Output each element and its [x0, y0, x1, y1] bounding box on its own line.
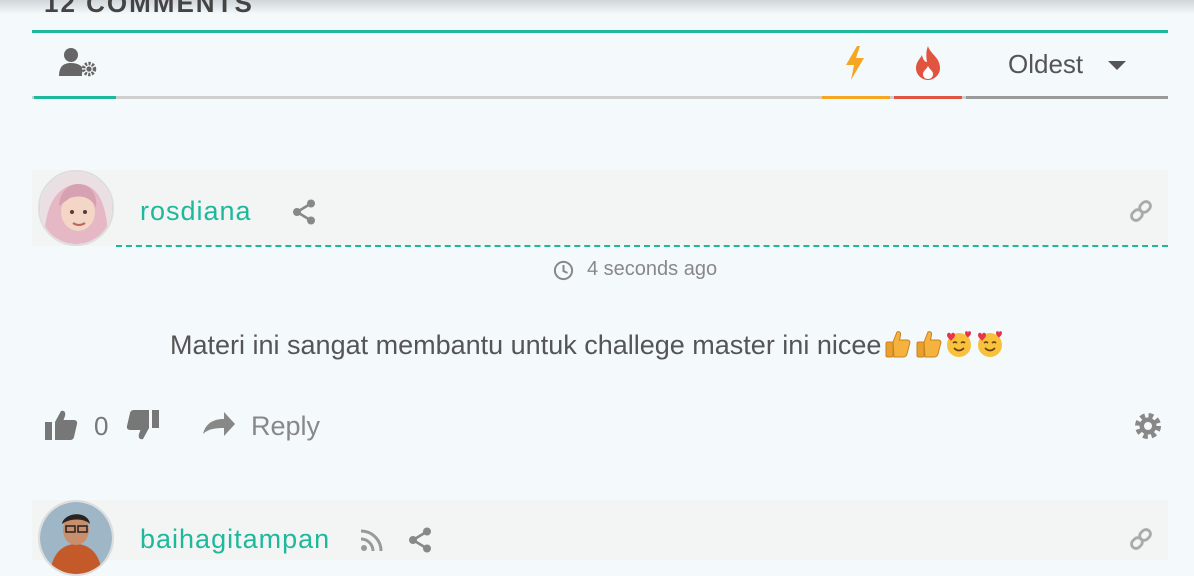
fire-icon	[916, 46, 940, 80]
thumbs-up-icon[interactable]	[44, 409, 78, 441]
share-icon[interactable]	[408, 527, 432, 553]
tab-trending[interactable]	[822, 30, 890, 99]
vote-count: 0	[94, 411, 109, 441]
smiling-face-with-hearts-emoji-icon	[978, 331, 1003, 357]
comment-header-divider	[116, 245, 1168, 247]
gear-icon[interactable]	[1133, 411, 1163, 441]
caret-down-icon	[1108, 61, 1126, 70]
user-gear-icon	[59, 48, 97, 77]
avatar[interactable]	[38, 170, 114, 246]
reply-button[interactable]: Reply	[251, 411, 320, 442]
tab-my-comments[interactable]	[34, 30, 116, 99]
avatar[interactable]	[38, 500, 114, 576]
comment-author[interactable]: baihagitampan	[140, 524, 330, 555]
smiling-face-with-hearts-emoji-icon	[947, 331, 972, 357]
bolt-icon	[846, 46, 864, 80]
comment-time: 4 seconds ago	[587, 258, 718, 280]
comment-body: Materi ini sangat membantu untuk challeg…	[170, 329, 1005, 361]
link-icon[interactable]	[1129, 199, 1153, 223]
tab-popular[interactable]	[894, 30, 962, 99]
thumbs-down-icon[interactable]	[126, 409, 160, 441]
sort-dropdown[interactable]: Oldest	[966, 30, 1168, 99]
share-icon[interactable]	[292, 199, 316, 225]
comment-text: Materi ini sangat membantu untuk challeg…	[170, 330, 882, 360]
link-icon[interactable]	[1129, 527, 1153, 551]
sort-label: Oldest	[1008, 49, 1084, 79]
clock-icon	[553, 260, 574, 281]
comments-count-title: 12 COMMENTS	[44, 0, 254, 18]
thumbs-up-emoji-icon	[916, 331, 942, 358]
reply-arrow-icon[interactable]	[202, 410, 236, 440]
comment-author[interactable]: rosdiana	[140, 196, 252, 227]
thumbs-up-emoji-icon	[885, 331, 911, 358]
comment-filter-bar: Oldest	[32, 33, 1168, 101]
rss-icon	[360, 529, 383, 552]
